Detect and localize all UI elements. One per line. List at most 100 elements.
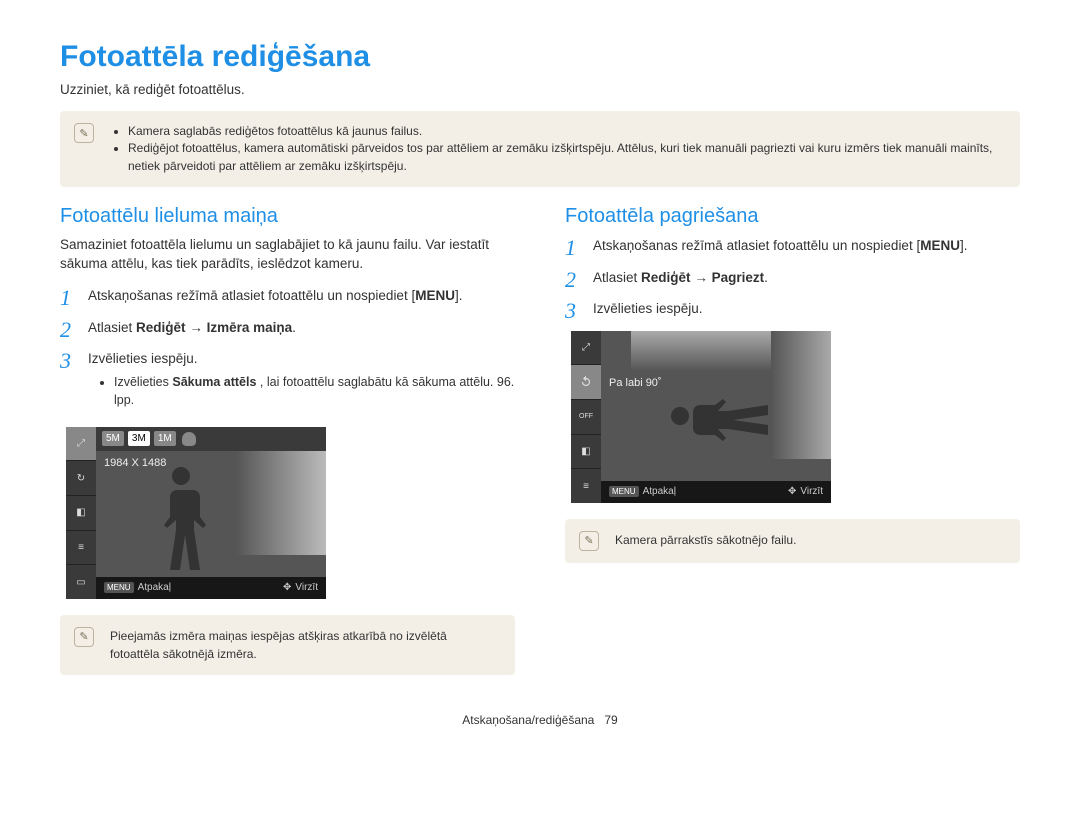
step2-target: Pagriezt (712, 270, 765, 285)
period: . (964, 238, 968, 253)
step-row: 1 Atskaņošanas režīmā atlasiet fotoattēl… (565, 236, 1020, 260)
sidebar-icon-rotate: ↻ (66, 461, 96, 496)
sidebar-icon-rotate (571, 365, 601, 400)
arrow-icon: → (694, 270, 711, 285)
step3-text: Izvēlieties iespēju. (88, 349, 515, 369)
note-icon: ✎ (579, 531, 599, 551)
step-row: 2 Atlasiet Rediģēt → Izmēra maiņa. (60, 318, 515, 342)
camera-preview-resize: ⤢ ↻ ◧ ≡ ▭ 5M 3M 1M 1 (66, 427, 326, 599)
period: . (764, 270, 768, 285)
right-column: Fotoattēla pagriešana 1 Atskaņošanas rež… (565, 205, 1020, 693)
back-control: MENU Atpakaļ (96, 582, 179, 593)
top-note-item: Rediģējot fotoattēlus, kamera automātisk… (128, 140, 1004, 175)
footer-section: Atskaņošana/rediģēšana (462, 713, 594, 727)
note-text: Pieejamās izmēra maiņas iespējas atšķira… (110, 627, 499, 663)
step3-sublist: Izvēlieties Sākuma attēls , lai fotoattē… (88, 373, 515, 409)
size-option: 5M (102, 431, 124, 446)
step-number: 3 (60, 349, 78, 419)
camera-bottombar: MENU Atpakaļ ✥ Virzīt (96, 577, 326, 599)
camera-sidebar: ⤢ ↻ ◧ ≡ ▭ (66, 427, 96, 599)
left-bottom-note: ✎ Pieejamās izmēra maiņas iespējas atšķi… (60, 615, 515, 675)
right-bottom-note: ✎ Kamera pārrakstīs sākotnējo failu. (565, 519, 1020, 563)
sidebar-icon-filter: ◧ (571, 435, 601, 470)
step-body: Atlasiet Rediģēt → Izmēra maiņa. (88, 318, 296, 342)
camera-resolution-label: 1984 X 1488 (104, 457, 166, 469)
step2-prefix: Atlasiet (88, 320, 136, 335)
size-option: 1M (154, 431, 176, 446)
menu-chip: MENU (609, 486, 639, 497)
step-row: 3 Izvēlieties iespēju. Izvēlieties Sākum… (60, 349, 515, 419)
menu-label: MENU (920, 238, 960, 253)
dpad-icon: ✥ (283, 582, 291, 593)
left-column: Fotoattēlu lieluma maiņa Samaziniet foto… (60, 205, 515, 693)
sidebar-icon-adjust: ≡ (571, 469, 601, 503)
step-number: 2 (565, 268, 583, 292)
section-intro: Samaziniet fotoattēla lielumu un saglabā… (60, 236, 515, 274)
section-heading-rotate: Fotoattēla pagriešana (565, 205, 1020, 228)
arrow-icon: → (189, 320, 206, 335)
step-number: 2 (60, 318, 78, 342)
step2-prefix: Atlasiet (593, 270, 641, 285)
note-icon-column: ✎ (74, 123, 98, 175)
note-icon-column: ✎ (74, 627, 98, 663)
move-label: Virzīt (295, 582, 318, 593)
start-image-icon (182, 432, 196, 446)
step-body: Atskaņošanas režīmā atlasiet fotoattēlu … (593, 236, 968, 260)
sidebar-icon-off: OFF (571, 400, 601, 435)
menu-label: MENU (415, 288, 455, 303)
page-footer: Atskaņošana/rediģēšana 79 (60, 713, 1020, 727)
step2-edit: Rediģēt (136, 320, 186, 335)
back-control: MENU Atpakaļ (601, 486, 684, 497)
step3-text: Izvēlieties iespēju. (593, 299, 703, 319)
sidebar-icon-crop: ▭ (66, 565, 96, 599)
menu-chip: MENU (104, 582, 134, 593)
step-body: Atskaņošanas režīmā atlasiet fotoattēlu … (88, 286, 463, 310)
step2-target: Izmēra maiņa (207, 320, 293, 335)
step-row: 3 Izvēlieties iespēju. (565, 299, 1020, 323)
document-page: Fotoattēla rediģēšana Uzziniet, kā rediģ… (0, 0, 1080, 747)
step-body: Atlasiet Rediģēt → Pagriezt. (593, 268, 768, 292)
sidebar-icon-resize: ⤢ (66, 427, 96, 462)
back-label: Atpakaļ (138, 582, 171, 593)
size-option-selected: 3M (128, 431, 150, 446)
top-note-list: Kamera saglabās rediģētos fotoattēlus kā… (110, 123, 1004, 175)
sidebar-icon-resize: ⤢ (571, 331, 601, 366)
page-title: Fotoattēla rediģēšana (60, 40, 1020, 74)
page-subtitle: Uzziniet, kā rediģēt fotoattēlus. (60, 82, 1020, 97)
camera-gradient (236, 451, 326, 555)
section-heading-resize: Fotoattēlu lieluma maiņa (60, 205, 515, 228)
step-number: 1 (565, 236, 583, 260)
camera-silhouette (151, 462, 211, 577)
period: . (459, 288, 463, 303)
move-control: ✥ Virzīt (275, 582, 326, 593)
footer-page-number: 79 (604, 713, 617, 727)
step-number: 3 (565, 299, 583, 323)
note-icon: ✎ (74, 123, 94, 143)
step-number: 1 (60, 286, 78, 310)
step-row: 2 Atlasiet Rediģēt → Pagriezt. (565, 268, 1020, 292)
sub-bold: Sākuma attēls (172, 375, 256, 389)
sub-text: Izvēlieties (114, 375, 172, 389)
top-note-box: ✎ Kamera saglabās rediģētos fotoattēlus … (60, 111, 1020, 187)
step1-text: Atskaņošanas režīmā atlasiet fotoattēlu … (88, 288, 408, 303)
camera-preview-rotate: ⤢ OFF ◧ ≡ Pa labi 90˚ (571, 331, 831, 503)
camera-main (601, 331, 831, 481)
note-text: Kamera pārrakstīs sākotnējo failu. (615, 531, 796, 551)
sidebar-icon-filter: ◧ (66, 496, 96, 531)
step1-text: Atskaņošanas režīmā atlasiet fotoattēlu … (593, 238, 913, 253)
step-body: Izvēlieties iespēju. (593, 299, 703, 323)
camera-bottombar: MENU Atpakaļ ✥ Virzīt (601, 481, 831, 503)
camera-topbar: 5M 3M 1M (96, 427, 326, 451)
step-body: Izvēlieties iespēju. Izvēlieties Sākuma … (88, 349, 515, 419)
step2-edit: Rediģēt (641, 270, 691, 285)
move-label: Virzīt (800, 486, 823, 497)
sidebar-icon-adjust: ≡ (66, 531, 96, 566)
content-columns: Fotoattēlu lieluma maiņa Samaziniet foto… (60, 205, 1020, 693)
camera-silhouette-rotated (661, 391, 781, 441)
note-icon-column: ✎ (579, 531, 603, 551)
move-control: ✥ Virzīt (780, 486, 831, 497)
camera-sidebar: ⤢ OFF ◧ ≡ (571, 331, 601, 503)
top-note-item: Kamera saglabās rediģētos fotoattēlus kā… (128, 123, 1004, 140)
dpad-icon: ✥ (788, 486, 796, 497)
camera-rotate-label: Pa labi 90˚ (609, 377, 662, 389)
